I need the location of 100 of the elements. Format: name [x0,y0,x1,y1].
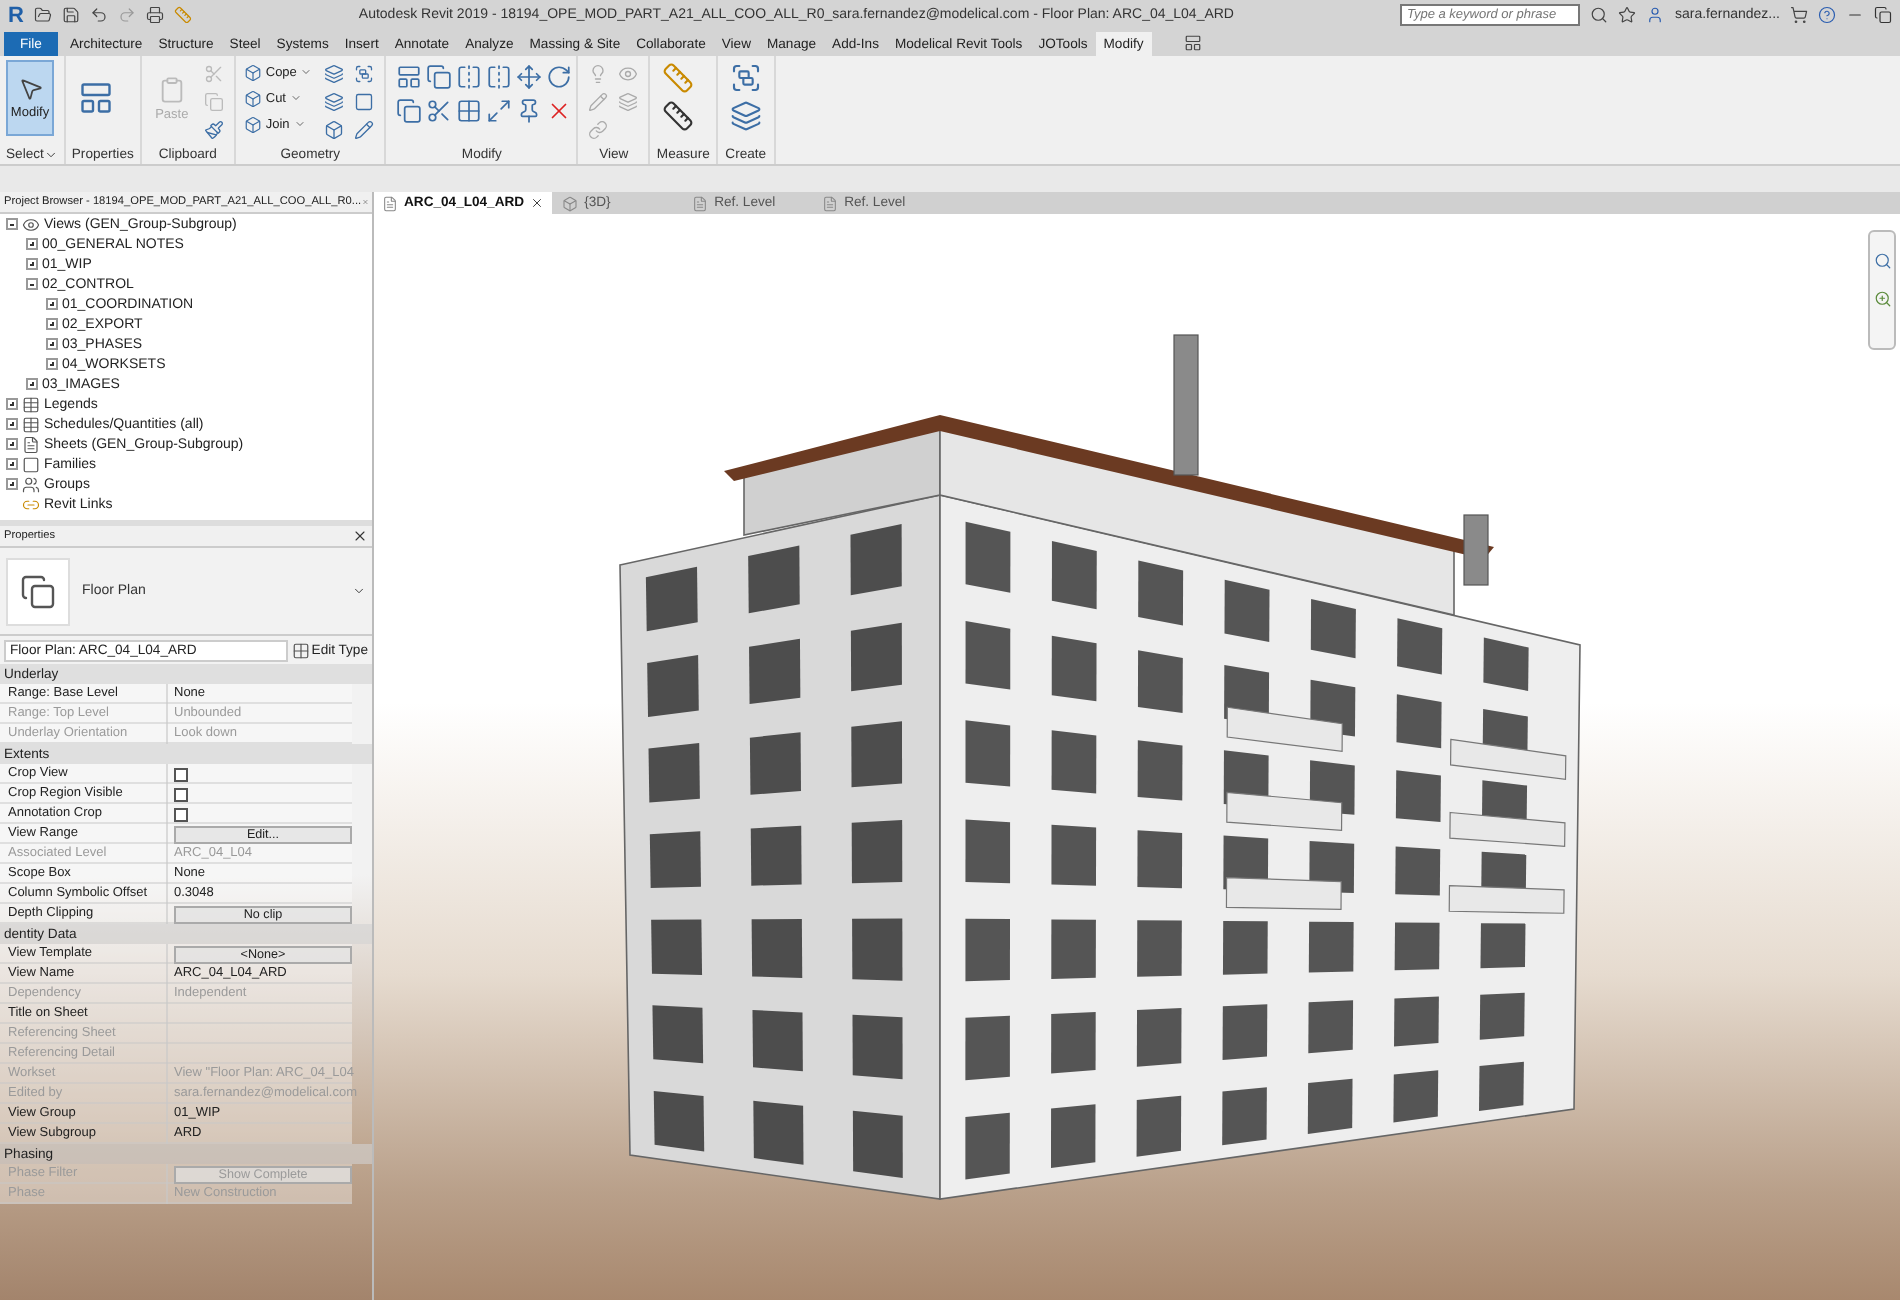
pin-icon [515,97,542,123]
geometry-tool[interactable] [350,116,377,142]
modify-tool[interactable] [512,60,545,92]
modify-tool[interactable] [452,60,485,92]
cube-icon [243,89,262,107]
modify-tool[interactable] [392,60,425,92]
expand-toggle[interactable] [26,238,38,250]
link-icon [587,119,608,139]
cube-icon [243,115,262,133]
redo-icon [117,6,136,24]
move-arrows-icon [515,63,542,89]
expand-toggle[interactable] [26,378,38,390]
layers-icon [729,100,762,132]
square-icon [353,91,374,111]
group-icon [729,62,762,94]
expand-toggle[interactable] [46,338,58,350]
rotate-icon [545,63,572,89]
expand-toggle[interactable] [46,298,58,310]
families-icon [22,455,40,473]
groups-icon [22,475,40,493]
modify-tool[interactable] [392,94,425,126]
collapse-toggle[interactable] [26,278,38,290]
caret-icon [352,584,366,598]
save-icon [61,6,80,24]
page-icon [382,195,398,211]
geometry-tool[interactable] [350,60,377,86]
scale-icon [485,97,512,123]
expand-toggle[interactable] [6,458,18,470]
expand-toggle[interactable] [26,258,38,270]
caret-icon [43,148,58,162]
search-icon [1590,6,1609,24]
eye-icon [617,63,638,83]
scissors-icon [204,63,225,83]
group-icon [353,63,374,83]
page-icon [822,195,839,211]
cube-icon [562,195,579,211]
expand-toggle[interactable] [46,318,58,330]
legends-icon [22,395,40,413]
page-icon [692,195,709,211]
undo-icon [89,6,108,24]
copy-icon [204,91,225,111]
ruler-icon [662,62,695,94]
expand-toggle[interactable] [6,398,18,410]
ruler-icon [662,100,695,132]
ruler-icon [173,6,192,24]
expand-toggle[interactable] [6,438,18,450]
links-icon [22,495,40,513]
caret-icon [293,118,306,130]
copy-icon [395,97,422,123]
layers-icon [617,91,638,111]
cube-icon [323,119,344,139]
modify-tool[interactable] [422,60,455,92]
cube-icon [243,63,262,81]
checkbox[interactable] [174,787,188,801]
help-icon [1818,6,1836,24]
properties-icon [77,80,114,116]
pencil-icon [587,91,608,111]
geometry-tool[interactable] [320,88,347,114]
star-icon [1618,6,1637,24]
layers-icon [323,63,344,83]
collapse-toggle[interactable] [6,218,18,230]
user-icon [1646,6,1665,24]
expand-toggle[interactable] [6,478,18,490]
cart-icon [1790,6,1808,24]
views-icon [22,215,40,233]
grid-icon [455,97,482,123]
cursor-icon [17,76,43,102]
zoom-icon [1873,290,1891,308]
app-logo[interactable]: R [8,3,24,27]
pencil-icon [353,119,374,139]
geometry-tool[interactable] [320,116,347,142]
brush-icon [204,119,225,139]
expand-toggle[interactable] [46,358,58,370]
schedules-icon [22,415,40,433]
grid-icon [291,641,310,659]
modify-tool[interactable] [482,60,515,92]
close-icon [352,528,368,544]
panel-icon [1184,34,1203,52]
clipboard-icon [157,75,186,103]
expand-toggle[interactable] [6,418,18,430]
flip-icon [455,63,482,89]
close-icon [530,196,545,210]
modify-tool[interactable] [452,94,485,126]
trim-icon [425,97,452,123]
caret-icon [290,92,302,104]
modify-tool[interactable] [482,94,515,126]
geometry-tool[interactable] [350,88,377,114]
zoom-icon [1873,252,1891,270]
layers-icon [323,91,344,111]
modify-tool[interactable] [542,60,575,92]
checkbox[interactable] [174,807,188,821]
checkbox[interactable] [174,767,188,781]
lightbulb-icon [587,63,608,83]
caret-icon [300,66,313,78]
geometry-tool[interactable] [320,60,347,86]
restore-icon [1874,6,1892,24]
mirror-icon [485,63,512,89]
match-tool[interactable] [201,116,228,142]
printer-icon [145,6,164,24]
folder-icon [33,6,52,24]
